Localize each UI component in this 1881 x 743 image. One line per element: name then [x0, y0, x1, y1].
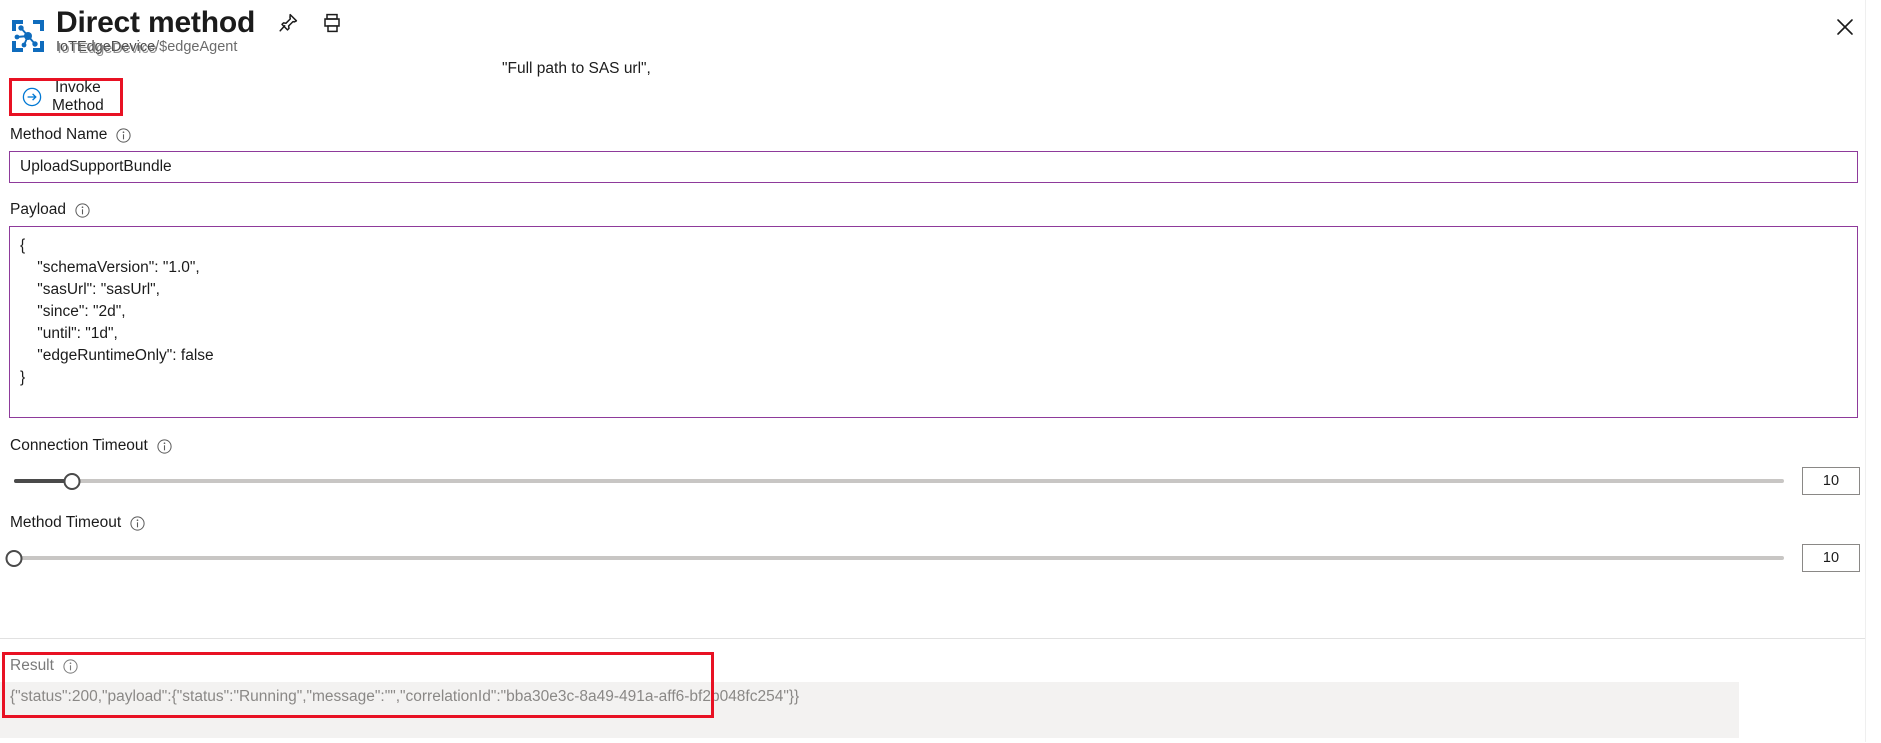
close-icon [1835, 17, 1855, 40]
method-name-label: Method Name [10, 126, 108, 143]
connection-timeout-value-input[interactable] [1802, 467, 1860, 495]
result-section: Result [0, 652, 1881, 743]
payload-label-row: Payload [0, 200, 1881, 220]
iot-hub-icon [8, 16, 48, 56]
slider-track-background [14, 479, 1784, 483]
arrow-right-circle-icon [22, 87, 42, 107]
payload-label: Payload [10, 201, 67, 218]
method-timeout-slider[interactable] [5, 549, 1784, 567]
section-divider [0, 638, 1881, 639]
info-icon[interactable] [63, 658, 78, 674]
slider-thumb[interactable] [63, 472, 81, 490]
page-title: Direct method [56, 6, 256, 39]
connection-timeout-row [0, 467, 1881, 495]
breadcrumb-subtitle: IoTEdgeDevice/$edgeAgent [56, 38, 237, 56]
invoke-method-label: Invoke Method [52, 79, 104, 114]
payload-textarea[interactable] [9, 226, 1858, 418]
invoke-method-button[interactable]: Invoke Method [16, 79, 110, 114]
method-timeout-label: Method Timeout [10, 514, 122, 531]
invoke-method-highlight-box: Invoke Method [9, 78, 123, 116]
connection-timeout-label: Connection Timeout [10, 437, 148, 454]
pin-icon[interactable] [277, 12, 299, 34]
direct-method-form: Method Name Payload Connection Timeout [0, 125, 1881, 572]
subtitle-module-name: /$edgeAgent [155, 39, 238, 55]
method-timeout-row [0, 544, 1881, 572]
page-scrollbar[interactable] [1865, 0, 1881, 742]
result-label-row: Result [0, 652, 1881, 676]
info-icon[interactable] [116, 127, 131, 143]
method-timeout-value-input[interactable] [1802, 544, 1860, 572]
result-output[interactable] [0, 682, 1739, 738]
close-button[interactable] [1827, 10, 1863, 46]
slider-track-background [14, 556, 1784, 560]
method-name-label-row: Method Name [0, 125, 1881, 145]
connection-timeout-label-row: Connection Timeout [0, 436, 1881, 456]
title-row: Direct method [56, 5, 343, 41]
print-icon[interactable] [321, 12, 343, 34]
page-header: Direct method IoTEdgeDevice/$edgeAgent [0, 0, 1881, 70]
info-icon[interactable] [130, 515, 145, 531]
annotation-note: "Full path to SAS url", [502, 60, 651, 77]
method-timeout-label-row: Method Timeout [0, 513, 1881, 533]
slider-thumb[interactable] [5, 549, 23, 567]
result-label: Result [10, 657, 54, 674]
method-name-input[interactable] [9, 151, 1858, 183]
subtitle-device-name: IoTEdgeDevice [56, 39, 155, 55]
connection-timeout-slider[interactable] [14, 472, 1784, 490]
info-icon[interactable] [75, 202, 90, 218]
info-icon[interactable] [157, 438, 172, 454]
